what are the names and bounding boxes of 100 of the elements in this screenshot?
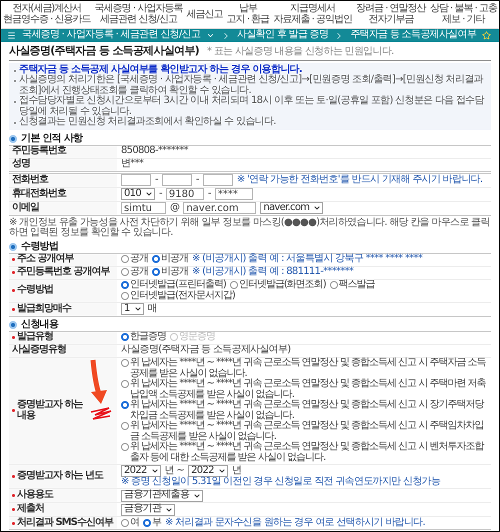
field-label: 증명받고자 하는 년도: [9, 464, 117, 488]
field-label: 발급희망매수: [9, 302, 117, 316]
value-text: @: [170, 202, 180, 214]
select-field[interactable]: 2022: [121, 465, 161, 477]
radio-option[interactable]: 팩스발급: [330, 280, 375, 290]
required-icon: [12, 258, 15, 261]
field-label: 휴대전화번호: [9, 188, 117, 200]
required-icon: [12, 289, 15, 292]
radio-option[interactable]: 부: [143, 518, 161, 528]
radio-option[interactable]: 인터넷발급(프린터출력): [121, 280, 226, 290]
notice-text: 주택자금 등 소득공제 사실여부를 확인받고자 하는 경우 이용합니다.: [19, 64, 302, 74]
field-label: 이메일: [9, 202, 117, 214]
value-text: 사실증명(주택자금 등 소득공제사실여부): [121, 345, 290, 356]
hint-text: ※ (비공개시) 출력 예 : 881111-*******: [192, 267, 354, 278]
input-field[interactable]: [202, 174, 233, 186]
section-icon: [9, 320, 17, 328]
nav-menu-item[interactable]: 상담 · 불복 · 고충 제보 · 기타: [430, 3, 497, 25]
field-label: 처리결과 SMS수신여부: [9, 517, 117, 529]
field-label: 수령방법: [9, 280, 117, 302]
caret-icon: [165, 506, 174, 514]
field-label: 발급유형: [9, 332, 117, 344]
input-field[interactable]: naver.com: [183, 202, 256, 214]
caret-icon: [313, 204, 322, 212]
required-icon: [12, 522, 15, 524]
value-text: 년 ~: [164, 466, 184, 476]
field-label: 주민등록번호 공개여부: [9, 266, 117, 278]
radio-option[interactable]: 위 납세자는 ****년 ~ ****년 귀속 근로소득 연말정산 및 종합소득세 신고 시 주택자금 소득공제를 받은 사실이 없습니다.: [121, 358, 487, 379]
nav-menu-item[interactable]: 국세증명 · 사업자등록 세금관련 신청/신고: [94, 3, 182, 25]
select-field[interactable]: 2022: [188, 465, 228, 477]
nav-menu-item[interactable]: 납부 고지 · 환급: [226, 3, 270, 25]
select-field[interactable]: 010: [121, 188, 155, 200]
radio-option[interactable]: 한글증명: [121, 332, 166, 343]
required-icon: [12, 409, 15, 412]
caret-icon: [145, 190, 153, 198]
section-icon: [9, 242, 17, 250]
field-label: 사실증명유형: [9, 344, 117, 356]
field-label: 사용용도: [9, 489, 117, 502]
hint-text: ※ (비공개시) 출력 예 : 서울특별시 강북구 **** **** ****: [192, 254, 422, 265]
required-icon: [12, 474, 15, 478]
input-field[interactable]: ****: [214, 188, 253, 200]
value-text: 변***: [121, 159, 144, 170]
required-icon: [12, 336, 15, 339]
select-field[interactable]: 1: [121, 303, 144, 315]
nav-menu-item[interactable]: 장려금 · 연말정산 전자기부금: [356, 3, 426, 25]
section-title: 기본 인적 사항: [21, 132, 82, 144]
menu-icon[interactable]: [7, 31, 16, 40]
required-icon: [12, 308, 15, 310]
nav-menu-item[interactable]: 세금신고: [186, 3, 222, 25]
caret-icon[interactable]: [206, 31, 216, 40]
input-field[interactable]: 9180: [166, 188, 204, 200]
radio-option[interactable]: 비공개: [152, 267, 188, 278]
field-label: 증명받고자 하는 내용: [9, 358, 117, 464]
required-icon: [12, 271, 15, 274]
breadcrumb-link[interactable]: 국세증명 · 사업자등록 · 세금관련 신청/신고: [22, 30, 200, 41]
input-field[interactable]: simtu: [121, 202, 166, 214]
radio-option[interactable]: 위 납세자는 ****년 ~ ****년 귀속 근로소득 연말정산 및 종합소득세 신고 시 장기주택저당차입금 소득공제를 받은 사실이 없습니다.: [121, 400, 487, 421]
radio-option[interactable]: 위 납세자는 ****년 ~ ****년 귀속 근로소득 연말정산 및 종합소득세 신고 시 주택임차차입금 소득공제를 받은 사실이 없습니다.: [121, 421, 487, 442]
radio-option[interactable]: 위 납세자는 ****년 ~ ****년 귀속 근로소득 연말정산 및 종합소득세 신고 시 벤처투자조합 출자 등에 대한 소득공제를 받은 사실이 없습니다.: [121, 442, 487, 463]
caret-icon: [150, 467, 159, 475]
title-note: * 표는 사실증명 내용을 신청하는 민원입니다.: [207, 47, 394, 58]
radio-option[interactable]: 인터넷발급(화면조회): [230, 280, 326, 290]
hint-text: ※ '연락 가능한 전화번호'를 반드시 기재해 주시기 바랍니다.: [236, 174, 482, 186]
section-icon: [9, 134, 17, 142]
input-field[interactable]: [121, 174, 151, 186]
scribble-drawing: [90, 406, 112, 420]
field-label: 주민등록번호: [9, 146, 117, 158]
caret-icon: [218, 467, 226, 475]
value-text: -: [208, 188, 211, 200]
breadcrumb-link[interactable]: 주택자금 등 소득공제사실여부: [350, 30, 476, 41]
value-text: 년: [232, 466, 242, 476]
radio-option[interactable]: 비공개: [152, 254, 188, 265]
field-label: 주소 공개여부: [9, 254, 117, 266]
value-text: 850808-*******: [121, 146, 188, 157]
radio-option[interactable]: 인터넷발급(전자문서지갑): [121, 290, 235, 301]
caret-icon: [193, 492, 202, 500]
notice-text: 접수담당자별로 신청시간으로부터 3시간 이내 처리되며 18시 이후 또는 토·일(공휴일 포함) 신청분은 다음 접수담당일에 처리될 수 있습니다.: [19, 96, 486, 116]
notice-text: 사실증명의 처리기한은 [국세증명 · 사업자등록 · 세금관련 신청/신고]→[민원증명 조회/출력]→[민원신청 처리결과 조회]에서 진행상태조회를 클릭하여 확인할 수 있습니다.: [19, 75, 484, 96]
caret-icon: [134, 305, 142, 313]
required-icon: [12, 494, 15, 497]
notice-text: 신청결과는 민원신청 처리결과조회에서 확인하실 수 있습니다.: [19, 117, 276, 128]
radio-option[interactable]: 공개: [121, 254, 148, 265]
field-label: 제출처: [9, 503, 117, 516]
value-text: -: [196, 174, 199, 186]
page-title: 사실증명(주택자금 등 소득공제사실여부): [9, 44, 200, 57]
section-title: 신청내용: [21, 318, 58, 330]
breadcrumb-link[interactable]: 사실확인 후 발급 증명: [237, 30, 328, 41]
hint-text: ※ 증명 신청일이 5.31일 이전인 경우 신청일로 직전 귀속연도까지만 신청가능: [121, 477, 440, 488]
star-icon[interactable]: [482, 31, 492, 40]
select-field[interactable]: 금융기관: [121, 504, 176, 516]
privacy-note: ※ 개인정보 유출 가능성을 사전 차단하기 위해 일부 정보를 마스킹(●●●●)처리하였습니다. 해당 칸을 마우스로 클릭하면 입력된 정보를 확인할 수 있습니다.: [9, 218, 491, 238]
input-field[interactable]: [162, 174, 192, 186]
nav-menu-item[interactable]: 지급명세서 자료제출 · 공익법인: [273, 3, 352, 25]
select-field[interactable]: 금융기관제출용: [121, 490, 204, 502]
radio-option[interactable]: 여: [121, 518, 139, 528]
radio-option[interactable]: 위 납세자는 ****년 ~ ****년 귀속 근로소득 연말정산 및 종합소득세 신고 시 주택마련 저축 납입액 소득공제를 받은 사실이 없습니다.: [121, 379, 487, 400]
radio-option[interactable]: 공개: [121, 267, 148, 278]
field-label: 성명: [9, 158, 117, 170]
section-title: 수령방법: [21, 240, 58, 252]
select-field[interactable]: naver.com: [260, 202, 324, 214]
nav-menu-item[interactable]: 전자(세금)계산서 현금영수증 · 신용카드: [3, 3, 91, 25]
